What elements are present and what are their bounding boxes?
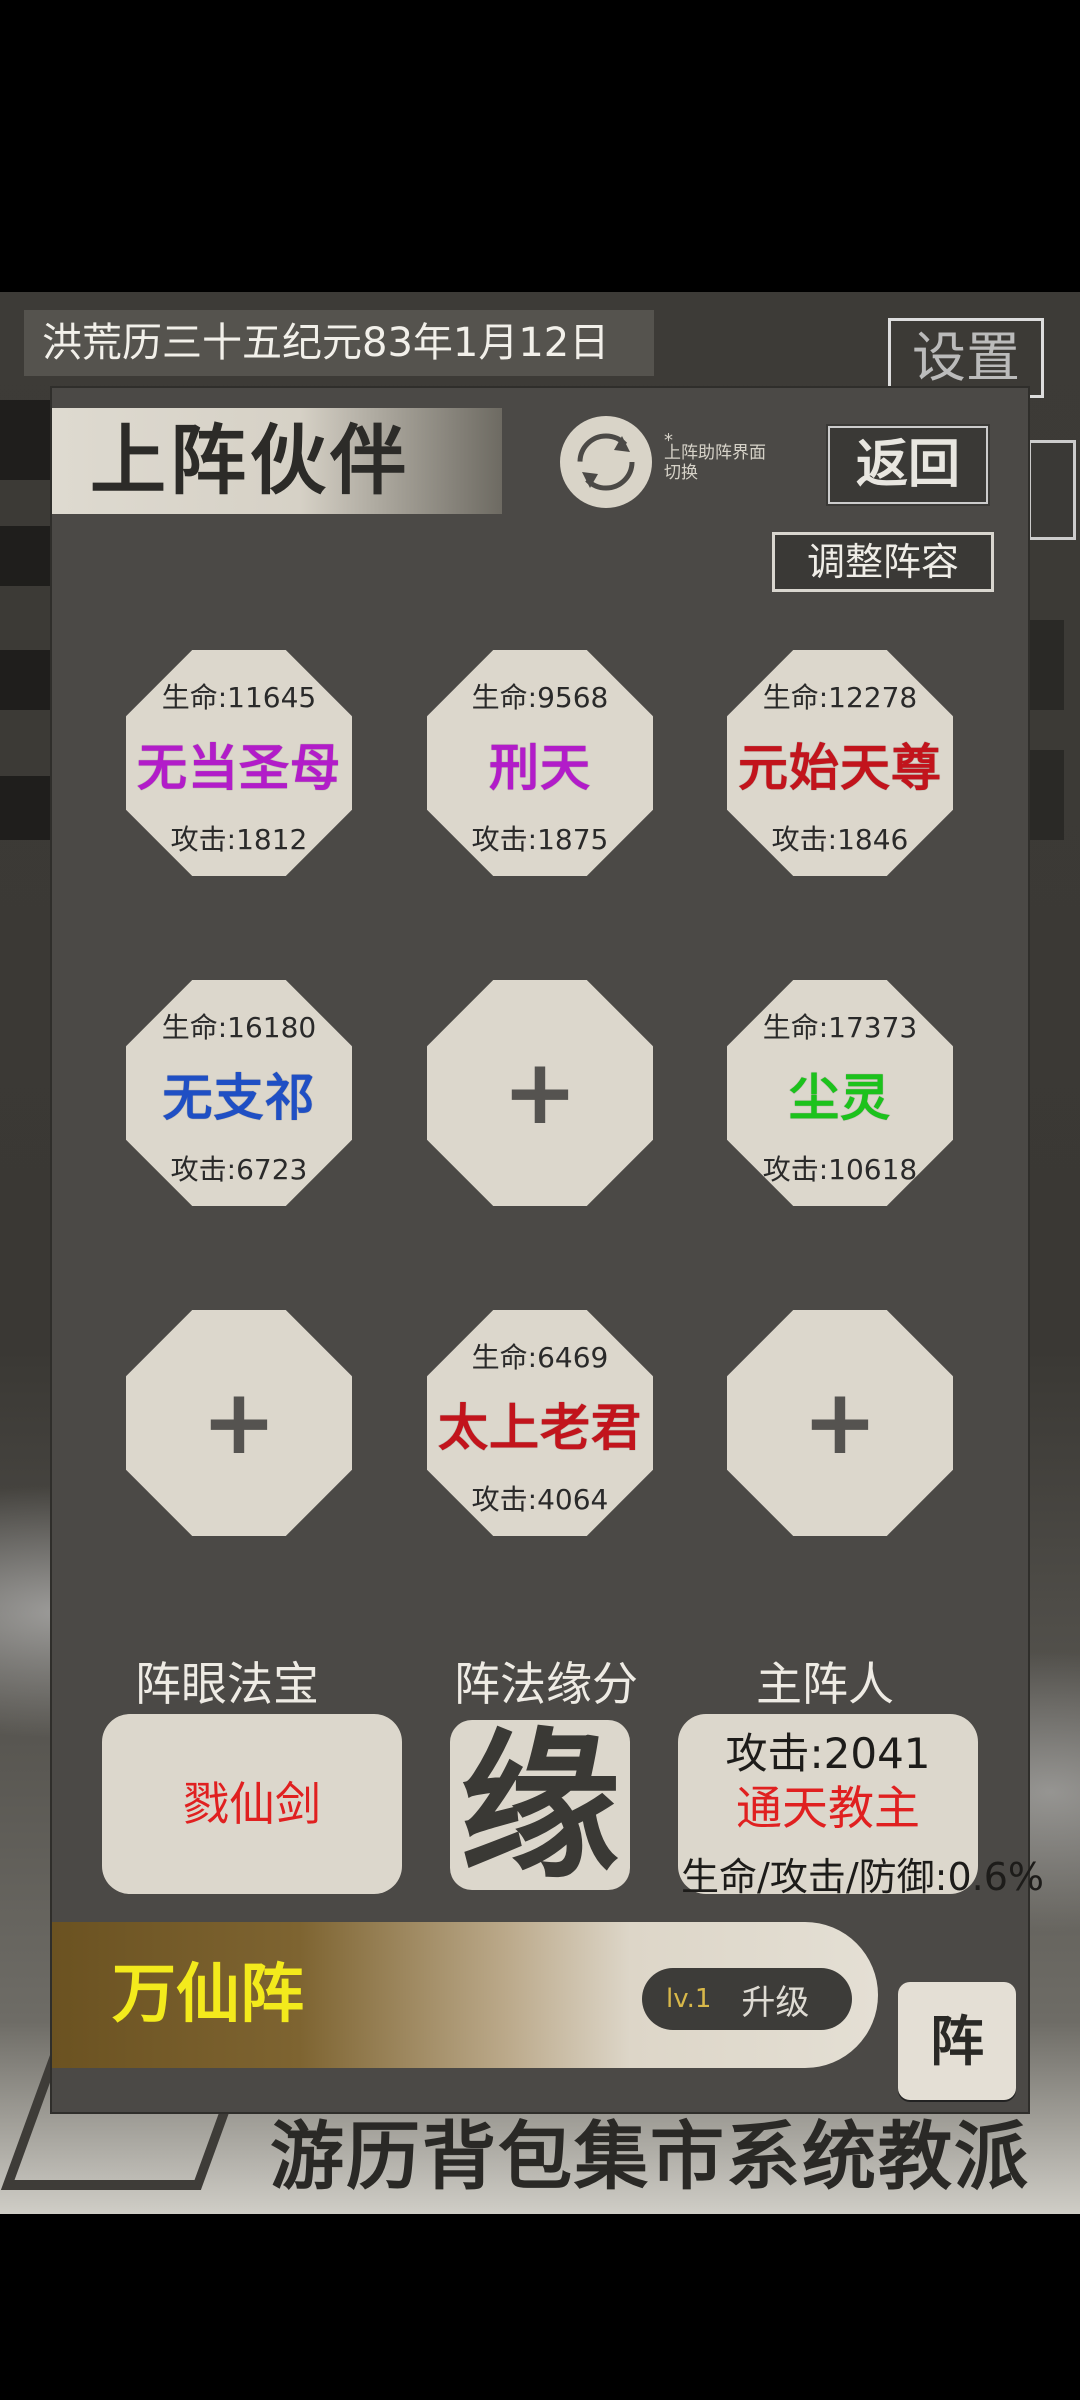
upgrade-button[interactable]: lv.1 升级 bbox=[642, 1968, 852, 2030]
leader-label: 主阵人 bbox=[756, 1657, 894, 1711]
partner-hp: 生命:12278 bbox=[762, 681, 918, 714]
calendar-date: 洪荒历三十五纪元83年1月12日 bbox=[24, 310, 654, 376]
partner-slot-8[interactable]: 生命:6469 太上老君 攻击:4064 bbox=[427, 1310, 653, 1536]
partner-name: 无支祁 bbox=[162, 1069, 316, 1127]
formation-bonus: 生命/攻击/防御:0.6% bbox=[681, 1855, 1044, 1899]
partner-slot-1[interactable]: 生命:11645 无当圣母 攻击:1812 bbox=[126, 650, 352, 876]
refresh-icon bbox=[577, 433, 635, 491]
empty-slot-7[interactable]: + bbox=[126, 1310, 352, 1536]
partner-slot-2[interactable]: 生命:9568 刑天 攻击:1875 bbox=[427, 650, 653, 876]
switch-view-button[interactable] bbox=[560, 416, 652, 508]
partner-attack: 攻击:6723 bbox=[170, 1153, 308, 1186]
fortune-glyph: 缘 bbox=[459, 1712, 620, 1900]
hint-text: 上阵助阵界面切换 bbox=[664, 443, 766, 483]
partner-slot-4[interactable]: 生命:16180 无支祁 攻击:6723 bbox=[126, 980, 352, 1206]
bottom-navigation: 游历背包集市系统教派 bbox=[270, 2114, 1030, 2200]
partner-attack: 攻击:4064 bbox=[471, 1483, 609, 1516]
background-panel-edge bbox=[1028, 620, 1064, 710]
panel-title: 上阵伙伴 bbox=[90, 416, 410, 505]
partner-attack: 攻击:1846 bbox=[771, 823, 909, 856]
partner-attack: 攻击:1812 bbox=[170, 823, 308, 856]
fortune-button[interactable]: 缘 bbox=[450, 1712, 630, 1900]
partner-hp: 生命:9568 bbox=[471, 681, 609, 714]
background-button-edge bbox=[1028, 440, 1076, 540]
add-partner-icon: + bbox=[201, 1370, 277, 1475]
partner-name: 刑天 bbox=[489, 739, 591, 797]
formation-name: 万仙阵 bbox=[112, 1958, 304, 2032]
background-stub bbox=[0, 400, 52, 480]
add-partner-icon: + bbox=[502, 1040, 578, 1145]
partner-name: 尘灵 bbox=[789, 1069, 891, 1127]
formation-level: lv.1 bbox=[666, 1984, 712, 2014]
partner-attack: 攻击:10618 bbox=[762, 1153, 918, 1186]
partner-slot-3[interactable]: 生命:12278 元始天尊 攻击:1846 bbox=[727, 650, 953, 876]
partner-hp: 生命:17373 bbox=[762, 1011, 918, 1044]
formation-bar: 万仙阵 lv.1 升级 bbox=[52, 1922, 878, 2068]
add-partner-icon: + bbox=[802, 1370, 878, 1475]
fortune-label: 阵法缘分 bbox=[454, 1657, 638, 1711]
partner-name: 元始天尊 bbox=[738, 739, 942, 797]
background-stub bbox=[0, 650, 52, 710]
settings-button[interactable]: 设置 bbox=[888, 318, 1044, 398]
background-stub bbox=[0, 526, 52, 586]
partner-attack: 攻击:1875 bbox=[471, 823, 609, 856]
upgrade-label: 升级 bbox=[741, 1982, 810, 2023]
back-button[interactable]: 返回 bbox=[826, 424, 990, 506]
treasure-slot[interactable]: 戮仙剑 bbox=[102, 1714, 402, 1894]
background-stub bbox=[0, 776, 52, 840]
background-panel-edge bbox=[1028, 750, 1064, 840]
adjust-lineup-button[interactable]: 调整阵容 bbox=[772, 532, 994, 592]
partner-hp: 生命:16180 bbox=[161, 1011, 317, 1044]
partner-hp: 生命:11645 bbox=[161, 681, 317, 714]
empty-slot-9[interactable]: + bbox=[727, 1310, 953, 1536]
formation-button[interactable]: 阵 bbox=[898, 1982, 1016, 2100]
leader-name: 通天教主 bbox=[736, 1781, 920, 1835]
hint-star: * bbox=[664, 430, 673, 451]
partner-name: 无当圣母 bbox=[137, 739, 341, 797]
partner-slot-6[interactable]: 生命:17373 尘灵 攻击:10618 bbox=[727, 980, 953, 1206]
switch-hint: * 上阵助阵界面切换 bbox=[664, 431, 774, 484]
empty-slot-5[interactable]: + bbox=[427, 980, 653, 1206]
partner-hp: 生命:6469 bbox=[471, 1341, 609, 1374]
partner-panel: 上阵伙伴 * 上阵助阵界面切换 返回 调整阵容 生命:11645 无当圣母 攻击… bbox=[52, 388, 1044, 2112]
treasure-label: 阵眼法宝 bbox=[135, 1657, 319, 1711]
treasure-name: 戮仙剑 bbox=[183, 1777, 321, 1831]
partner-name: 太上老君 bbox=[438, 1399, 642, 1457]
